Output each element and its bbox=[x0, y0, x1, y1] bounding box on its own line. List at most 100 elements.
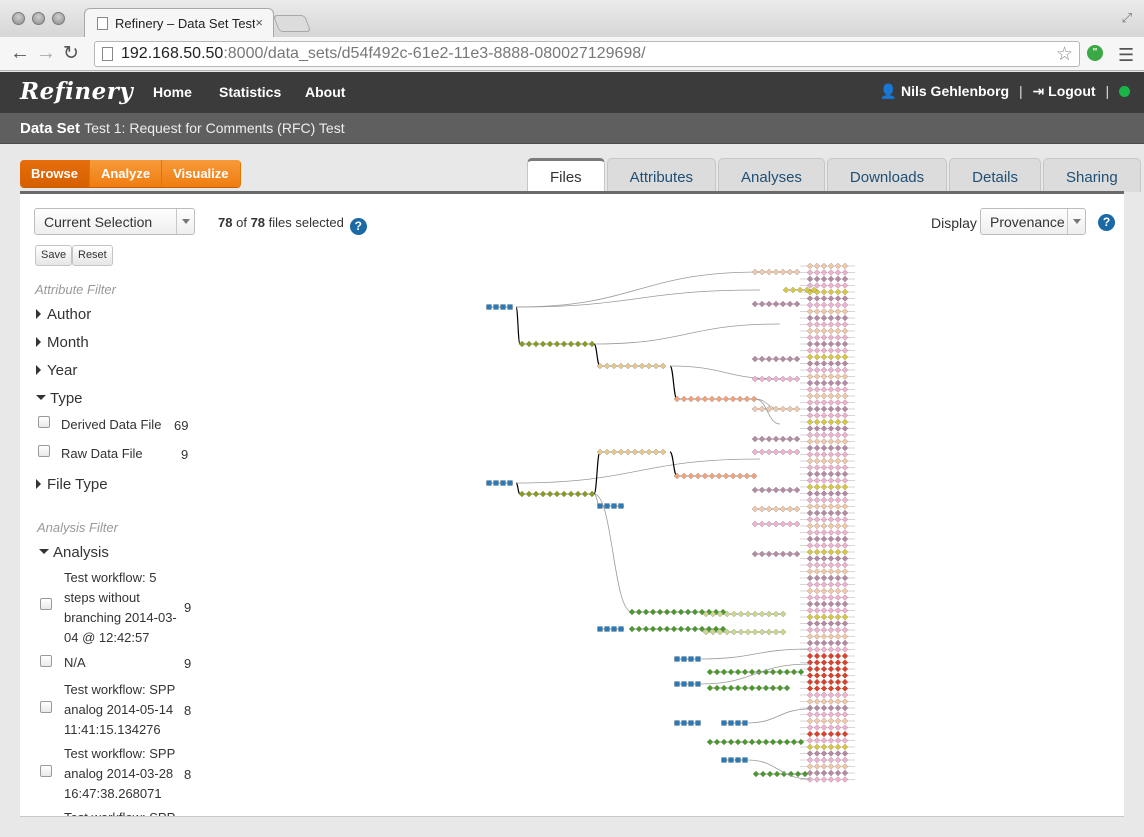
graph-node[interactable] bbox=[834, 353, 842, 361]
graph-node[interactable] bbox=[779, 355, 787, 363]
graph-node[interactable] bbox=[827, 464, 835, 471]
graph-node[interactable] bbox=[813, 444, 821, 452]
graph-node[interactable] bbox=[813, 308, 821, 315]
graph-node[interactable] bbox=[827, 282, 835, 289]
graph-node[interactable] bbox=[611, 503, 617, 509]
graph-node[interactable] bbox=[659, 362, 667, 370]
graph-node[interactable] bbox=[841, 750, 849, 757]
graph-node[interactable] bbox=[751, 448, 759, 456]
graph-node[interactable] bbox=[786, 268, 794, 276]
tab-downloads[interactable]: Downloads bbox=[826, 158, 948, 192]
graph-node[interactable] bbox=[765, 355, 773, 363]
graph-node[interactable] bbox=[820, 444, 828, 452]
graph-node[interactable] bbox=[709, 628, 717, 636]
graph-node[interactable] bbox=[806, 503, 814, 510]
graph-node[interactable] bbox=[834, 639, 842, 647]
graph-node[interactable] bbox=[751, 486, 759, 494]
graph-node[interactable] bbox=[834, 262, 842, 270]
provenance-graph[interactable] bbox=[20, 194, 1124, 817]
facet-type[interactable]: Type bbox=[36, 390, 83, 407]
graph-node[interactable] bbox=[834, 535, 842, 543]
graph-node[interactable] bbox=[776, 684, 784, 692]
graph-node[interactable] bbox=[806, 438, 814, 445]
graph-node[interactable] bbox=[820, 457, 828, 465]
graph-node[interactable] bbox=[813, 574, 821, 582]
graph-node[interactable] bbox=[841, 548, 849, 556]
checkbox-analysis[interactable] bbox=[40, 598, 52, 610]
graph-node[interactable] bbox=[813, 347, 821, 354]
graph-node[interactable] bbox=[500, 304, 506, 310]
graph-node[interactable] bbox=[827, 691, 835, 699]
graph-node[interactable] bbox=[834, 301, 842, 309]
graph-node[interactable] bbox=[820, 490, 828, 497]
graph-node[interactable] bbox=[834, 548, 842, 556]
graph-node[interactable] bbox=[694, 472, 702, 480]
graph-node[interactable] bbox=[765, 268, 773, 276]
graph-node[interactable] bbox=[779, 448, 787, 456]
graph-node[interactable] bbox=[813, 717, 821, 725]
graph-node[interactable] bbox=[820, 301, 828, 309]
graph-node[interactable] bbox=[820, 282, 828, 289]
graph-node[interactable] bbox=[713, 738, 721, 746]
graph-node[interactable] bbox=[820, 704, 828, 712]
graph-node[interactable] bbox=[827, 633, 835, 640]
graph-node[interactable] bbox=[786, 355, 794, 363]
minimize-window-button[interactable] bbox=[32, 12, 45, 25]
graph-node[interactable] bbox=[806, 425, 814, 432]
graph-node[interactable] bbox=[813, 477, 821, 484]
graph-node[interactable] bbox=[806, 548, 814, 556]
graph-node[interactable] bbox=[827, 750, 835, 757]
graph-node[interactable] bbox=[827, 652, 835, 660]
visualize-mode-button[interactable]: Visualize bbox=[162, 160, 241, 187]
graph-node[interactable] bbox=[772, 486, 780, 494]
graph-node[interactable] bbox=[820, 698, 828, 705]
graph-node[interactable] bbox=[834, 295, 842, 302]
graph-node[interactable] bbox=[751, 550, 759, 558]
graph-node[interactable] bbox=[712, 625, 720, 633]
graph-node[interactable] bbox=[790, 668, 798, 676]
graph-node[interactable] bbox=[806, 399, 814, 406]
graph-node[interactable] bbox=[813, 457, 821, 465]
graph-node[interactable] bbox=[744, 628, 752, 636]
graph-node[interactable] bbox=[813, 373, 821, 380]
graph-node[interactable] bbox=[841, 321, 849, 328]
graph-node[interactable] bbox=[755, 738, 763, 746]
graph-node[interactable] bbox=[758, 300, 766, 308]
graph-node[interactable] bbox=[806, 724, 814, 731]
graph-node[interactable] bbox=[765, 448, 773, 456]
graph-node[interactable] bbox=[827, 548, 835, 556]
graph-node[interactable] bbox=[793, 435, 801, 443]
graph-node[interactable] bbox=[772, 448, 780, 456]
graph-node[interactable] bbox=[827, 711, 835, 718]
graph-node[interactable] bbox=[813, 685, 821, 692]
graph-node[interactable] bbox=[776, 738, 784, 746]
graph-node[interactable] bbox=[820, 756, 828, 764]
graph-node[interactable] bbox=[758, 375, 766, 383]
graph-node[interactable] bbox=[820, 626, 828, 634]
graph-node[interactable] bbox=[820, 594, 828, 601]
graph-node[interactable] bbox=[841, 594, 849, 601]
graph-node[interactable] bbox=[751, 375, 759, 383]
graph-node[interactable] bbox=[813, 698, 821, 705]
graph-node[interactable] bbox=[688, 720, 694, 726]
graph-node[interactable] bbox=[813, 730, 821, 738]
graph-node[interactable] bbox=[841, 535, 849, 543]
graph-node[interactable] bbox=[820, 743, 828, 751]
graph-node[interactable] bbox=[789, 286, 797, 294]
graph-node[interactable] bbox=[820, 516, 828, 523]
graph-node[interactable] bbox=[806, 763, 814, 770]
graph-node[interactable] bbox=[806, 529, 814, 536]
graph-node[interactable] bbox=[841, 587, 849, 595]
graph-node[interactable] bbox=[709, 610, 717, 618]
graph-node[interactable] bbox=[722, 395, 730, 403]
graph-node[interactable] bbox=[813, 516, 821, 523]
graph-node[interactable] bbox=[834, 529, 842, 536]
graph-node[interactable] bbox=[782, 286, 790, 294]
graph-node[interactable] bbox=[834, 652, 842, 660]
graph-node[interactable] bbox=[797, 668, 805, 676]
graph-node[interactable] bbox=[827, 444, 835, 452]
graph-node[interactable] bbox=[834, 776, 842, 783]
graph-node[interactable] bbox=[727, 684, 735, 692]
graph-node[interactable] bbox=[638, 448, 646, 456]
graph-node[interactable] bbox=[841, 704, 849, 712]
